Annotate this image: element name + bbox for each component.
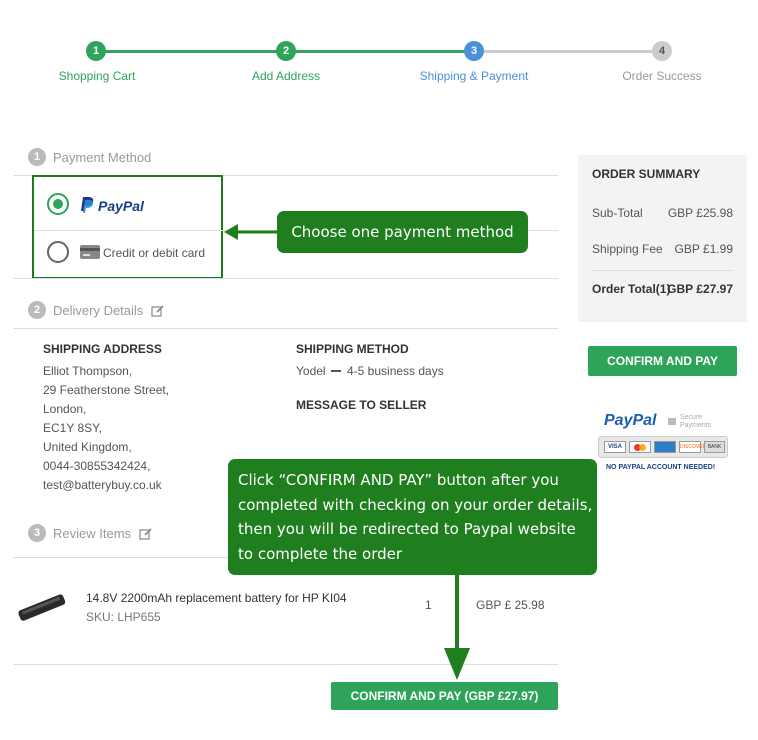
order-summary: ORDER SUMMARY Sub-Total GBP £25.98 Shipp… <box>578 155 747 322</box>
progress-line-1 <box>96 50 286 53</box>
card-radio[interactable] <box>47 241 69 263</box>
progress-line-3 <box>474 50 662 53</box>
step-2-circle: 2 <box>276 41 296 61</box>
edit-icon[interactable] <box>139 527 152 543</box>
item-quantity: 1 <box>425 598 432 612</box>
shipping-fee-value: GBP £1.99 <box>674 242 734 256</box>
divider <box>13 328 558 329</box>
callout-line: to complete the order <box>238 544 403 563</box>
step-4-circle: 4 <box>652 41 672 61</box>
summary-title: ORDER SUMMARY <box>592 167 701 181</box>
paypal-secure-badge: PayPal Secure Payments VISA DISCOVER BAN… <box>594 408 730 478</box>
divider <box>13 664 558 665</box>
step-1-circle: 1 <box>86 41 106 61</box>
shipping-method-label: SHIPPING METHOD <box>296 342 409 356</box>
step-4-label: Order Success <box>622 69 702 83</box>
callout-choose-payment: Choose one payment method <box>277 211 528 253</box>
shipping-fee-label: Shipping Fee <box>592 242 663 256</box>
item-name[interactable]: 14.8V 2200mAh replacement battery for HP… <box>86 591 347 605</box>
lock-icon <box>668 418 676 425</box>
secure-payments-text: Secure Payments <box>680 414 712 429</box>
shipping-address-label: SHIPPING ADDRESS <box>43 342 162 356</box>
divider <box>13 278 558 279</box>
total-label: Order Total(1) <box>592 282 671 296</box>
callout-confirm-instructions: Click “CONFIRM AND PAY” button after you… <box>228 459 597 575</box>
card-logos-strip: VISA DISCOVER BANK <box>598 436 728 458</box>
paypal-radio[interactable] <box>47 193 69 215</box>
progress-line-2 <box>286 50 474 53</box>
card-label: Credit or debit card <box>103 246 206 260</box>
total-value: GBP £27.97 <box>667 282 733 296</box>
battery-product-image <box>16 588 68 631</box>
delivery-section-title: Delivery Details <box>53 303 144 318</box>
step-1-label: Shopping Cart <box>58 69 136 83</box>
paypal-label: PayPal <box>98 198 144 214</box>
divider <box>592 270 733 271</box>
paypal-badge-logo: PayPal <box>604 412 657 429</box>
item-price: GBP £ 25.98 <box>476 598 545 612</box>
carrier-name: Yodel <box>296 364 326 378</box>
address-line: London, <box>43 402 87 416</box>
subtotal-label: Sub-Total <box>592 206 643 220</box>
confirm-and-pay-button[interactable]: CONFIRM AND PAY <box>588 346 737 376</box>
address-line: test@batterybuy.co.uk <box>43 478 162 492</box>
address-line: Elliot Thompson, <box>43 364 133 378</box>
payment-options-highlight <box>32 175 223 279</box>
discover-icon: DISCOVER <box>679 441 706 453</box>
callout-arrow-left <box>224 221 280 246</box>
address-line: United Kingdom, <box>43 440 132 454</box>
address-line: 29 Featherstone Street, <box>43 383 170 397</box>
mastercard-icon <box>629 441 651 453</box>
dash-separator <box>331 370 341 372</box>
callout-arrow-down <box>441 574 473 685</box>
item-sku: SKU: LHP655 <box>86 610 161 624</box>
subtotal-value: GBP £25.98 <box>667 206 733 220</box>
message-to-seller-label: MESSAGE TO SELLER <box>296 398 427 412</box>
review-section-title: Review Items <box>53 526 132 541</box>
delivery-section-number: 2 <box>28 301 46 319</box>
step-3-label: Shipping & Payment <box>419 69 529 83</box>
no-paypal-account-note: NO PAYPAL ACCOUNT NEEDED! <box>606 464 716 471</box>
callout-line: completed with checking on your order de… <box>238 495 593 514</box>
visa-icon: VISA <box>604 441 626 453</box>
address-line: 0044-30855342424, <box>43 459 151 473</box>
payment-section-title: Payment Method <box>53 150 152 165</box>
callout-line: then you will be redirected to Paypal we… <box>238 520 576 538</box>
credit-card-icon <box>80 245 100 259</box>
step-2-label: Add Address <box>251 69 321 83</box>
review-section-number: 3 <box>28 524 46 542</box>
amex-icon <box>654 441 676 453</box>
bank-icon: BANK <box>704 441 725 453</box>
edit-icon[interactable] <box>151 304 164 320</box>
paypal-logo-icon <box>80 197 94 217</box>
delivery-time: 4-5 business days <box>347 364 444 378</box>
confirm-and-pay-bottom-button[interactable]: CONFIRM AND PAY (GBP £27.97) <box>331 682 558 710</box>
callout-line: Click “CONFIRM AND PAY” button after you <box>238 471 559 489</box>
address-line: EC1Y 8SY, <box>43 421 102 435</box>
step-3-circle: 3 <box>464 41 484 61</box>
payment-section-number: 1 <box>28 148 46 166</box>
